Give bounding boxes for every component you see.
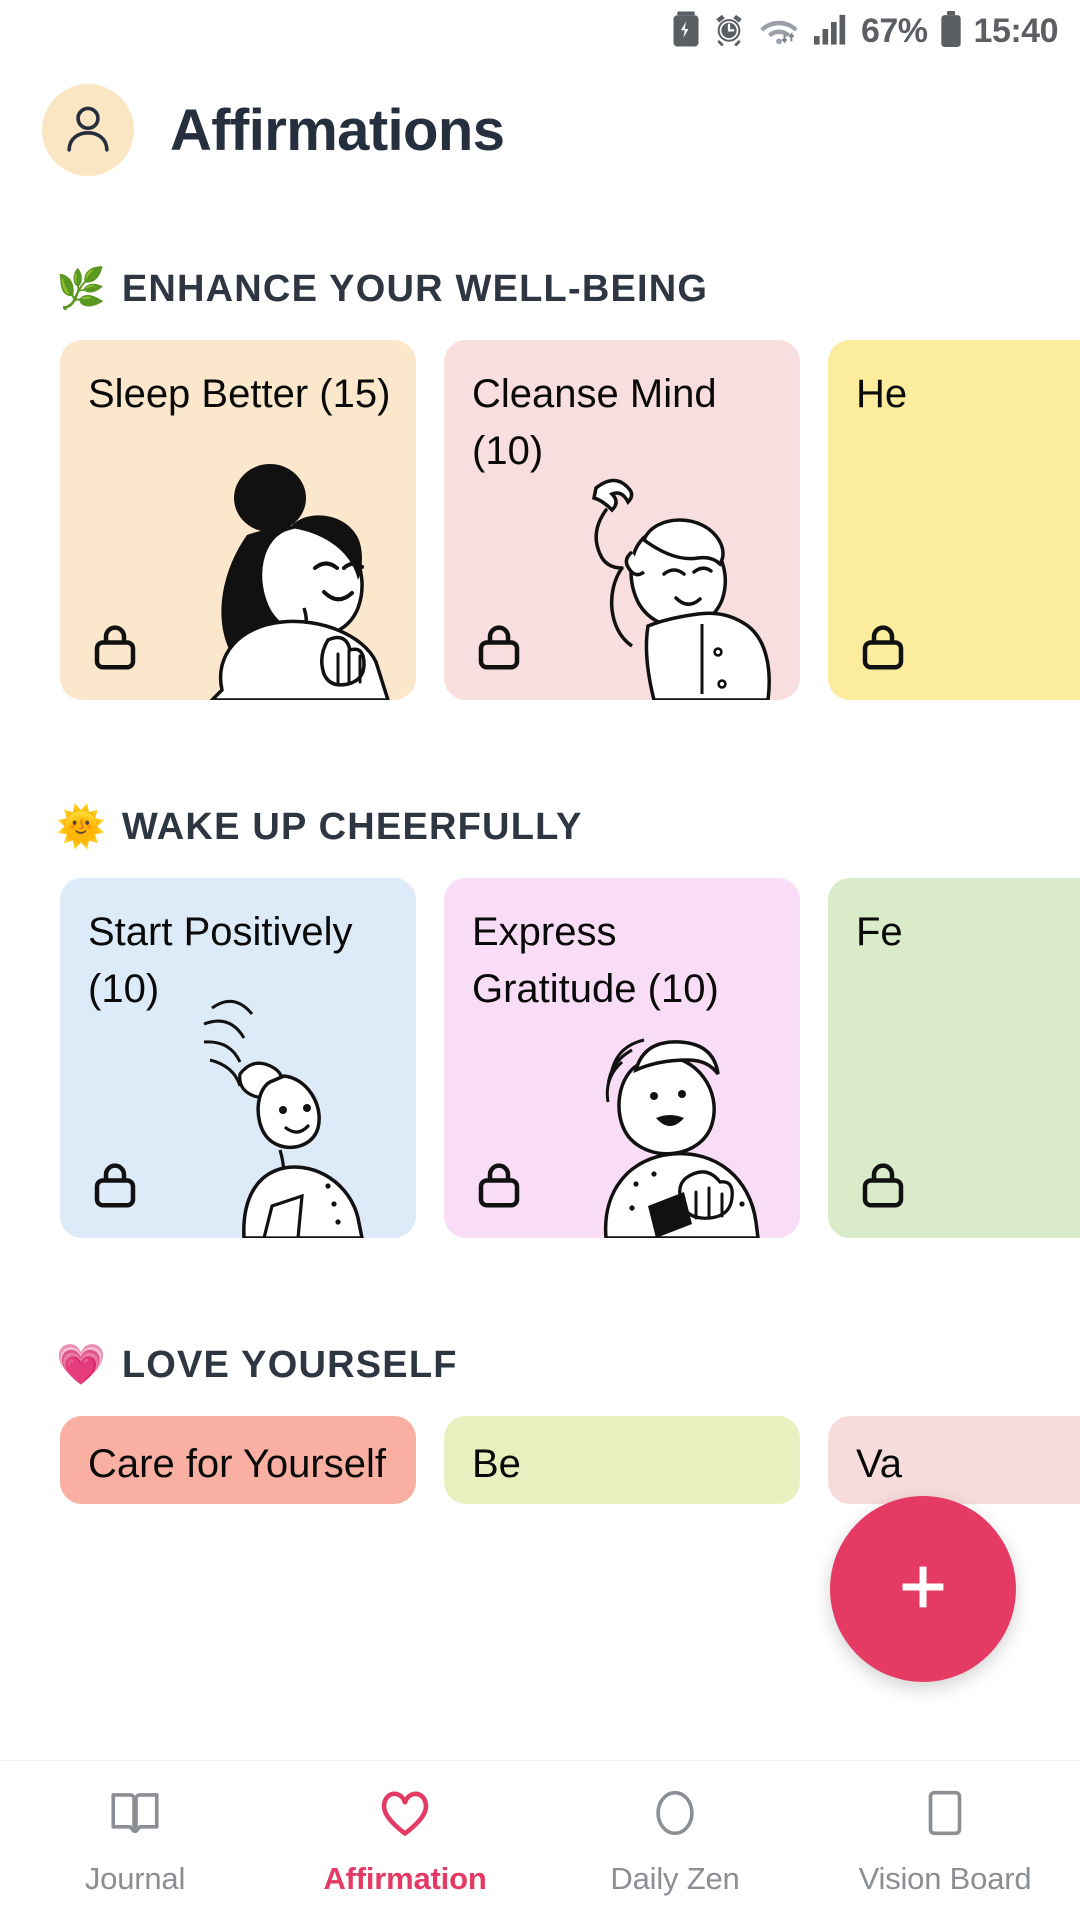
section-title: ENHANCE YOUR WELL-BEING	[121, 267, 709, 310]
sun-with-face-icon: 🌞	[56, 805, 106, 849]
lock-icon	[88, 1158, 142, 1212]
battery-saver-icon	[671, 11, 701, 52]
section-title: LOVE YOURSELF	[121, 1343, 458, 1386]
avatar[interactable]	[42, 84, 134, 176]
card-illustration	[209, 464, 390, 700]
card-carousel[interactable]: Sleep Better (15) Cleanse Mind (10) He	[0, 340, 1080, 700]
herb-icon: 🌿	[56, 267, 106, 311]
page-title: Affirmations	[170, 97, 505, 163]
category-card[interactable]: Va	[828, 1416, 1080, 1504]
app-header: Affirmations	[0, 62, 1080, 176]
battery-percent-label: 67%	[860, 12, 928, 50]
section-header: 🌞 WAKE UP CHEERFULLY	[0, 800, 1080, 854]
user-avatar-icon	[59, 99, 117, 162]
card-title: Start Positively (10)	[88, 910, 353, 1011]
category-card[interactable]: Cleanse Mind (10)	[444, 340, 800, 700]
card-carousel[interactable]: Start Positively (10) Express Gratitude …	[0, 878, 1080, 1238]
category-card[interactable]: Care for Yourself	[60, 1416, 416, 1504]
nav-item-daily-zen[interactable]: Daily Zen	[540, 1784, 810, 1897]
lock-icon	[88, 620, 142, 674]
clock-label: 15:40	[973, 12, 1059, 50]
category-card[interactable]: Fe	[828, 878, 1080, 1238]
card-carousel[interactable]: Care for Yourself Be Va	[0, 1416, 1080, 1504]
card-title: Express Gratitude (10)	[472, 910, 719, 1011]
nav-label: Journal	[84, 1861, 186, 1896]
alarm-clock-icon	[712, 12, 746, 51]
lock-icon	[856, 1158, 910, 1212]
circle-icon	[646, 1784, 704, 1847]
nav-item-vision-board[interactable]: Vision Board	[810, 1784, 1080, 1897]
nav-label: Affirmation	[323, 1861, 487, 1896]
cellular-signal-icon	[812, 12, 850, 51]
growing-heart-icon: 💗	[56, 1343, 106, 1387]
square-icon	[916, 1784, 974, 1847]
category-card[interactable]: Sleep Better (15)	[60, 340, 416, 700]
section-header: 💗 LOVE YOURSELF	[0, 1338, 1080, 1392]
category-card[interactable]: Express Gratitude (10)	[444, 878, 800, 1238]
nav-item-journal[interactable]: Journal	[0, 1784, 270, 1897]
category-card[interactable]: Start Positively (10)	[60, 878, 416, 1238]
lock-icon	[856, 620, 910, 674]
section-wellbeing: 🌿 ENHANCE YOUR WELL-BEING Sleep Better (…	[0, 262, 1080, 700]
nav-label: Vision Board	[858, 1861, 1032, 1896]
card-title: Care for Yourself	[88, 1442, 386, 1486]
card-title: Va	[856, 1442, 902, 1486]
card-title: Cleanse Mind (10)	[472, 372, 717, 473]
section-wakeup: 🌞 WAKE UP CHEERFULLY Start Positively (1…	[0, 800, 1080, 1238]
nav-label: Daily Zen	[610, 1861, 740, 1896]
plus-icon	[888, 1552, 958, 1627]
nav-item-affirmation[interactable]: Affirmation	[270, 1784, 540, 1897]
section-title: WAKE UP CHEERFULLY	[121, 805, 583, 848]
status-bar: 67% 15:40	[0, 0, 1080, 62]
lock-icon	[472, 620, 526, 674]
category-card[interactable]: Be	[444, 1416, 800, 1504]
card-title: He	[856, 372, 908, 416]
section-loveyourself: 💗 LOVE YOURSELF Care for Yourself Be Va	[0, 1338, 1080, 1504]
section-header: 🌿 ENHANCE YOUR WELL-BEING	[0, 262, 1080, 316]
card-title: Sleep Better (15)	[88, 372, 391, 416]
wifi-icon	[757, 12, 801, 51]
book-icon	[106, 1784, 164, 1847]
category-card[interactable]: He	[828, 340, 1080, 700]
bottom-navigation: Journal Affirmation Daily Zen Vision Boa…	[0, 1760, 1080, 1920]
battery-icon	[939, 10, 963, 52]
lock-icon	[472, 1158, 526, 1212]
add-affirmation-button[interactable]	[830, 1496, 1016, 1682]
heart-icon	[376, 1784, 434, 1847]
card-title: Fe	[856, 910, 903, 954]
card-title: Be	[472, 1442, 521, 1486]
